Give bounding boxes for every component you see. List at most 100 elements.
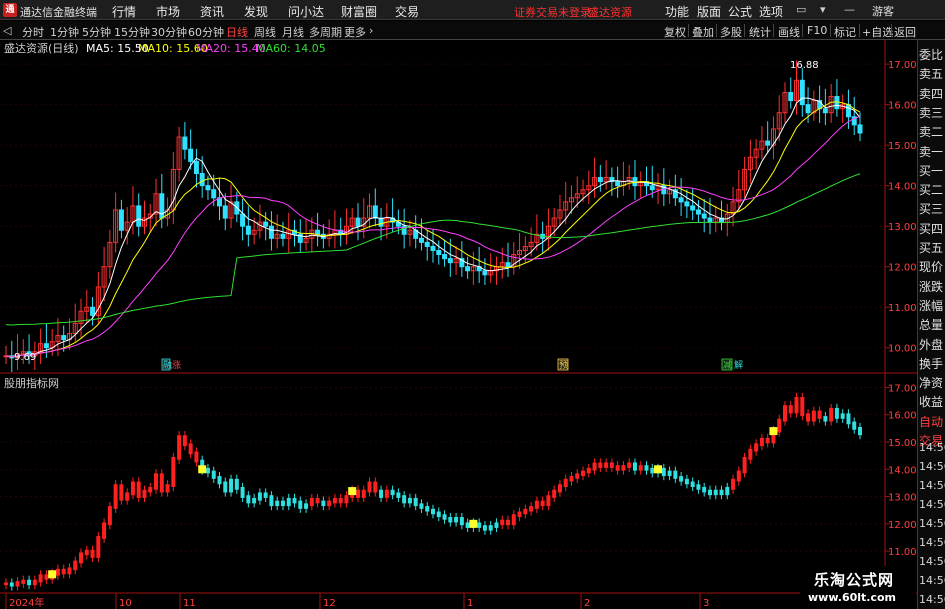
side-panel-item-4[interactable]: 卖二 (919, 123, 945, 142)
indicator-bar (852, 421, 857, 430)
tab-15min[interactable]: 15分钟 (114, 24, 150, 40)
trade-time-4: 14:56 (919, 517, 945, 530)
menu-options[interactable]: 选项 (759, 3, 783, 20)
indicator-bar (696, 484, 701, 490)
side-panel-item-13[interactable]: 涨幅 (919, 297, 945, 316)
event-marker-2[interactable]: 预 (559, 360, 568, 371)
signal-marker (654, 465, 663, 474)
login-warning[interactable]: 证券交易未登录 (514, 4, 591, 20)
indicator-bar (459, 517, 464, 526)
tab-30min[interactable]: 30分钟 (151, 24, 187, 40)
event-marker-3b[interactable]: 解 (734, 359, 743, 371)
tab-more[interactable]: 更多 (344, 24, 366, 40)
tab-multi-period[interactable]: 多周期 (309, 24, 342, 40)
indicator-bar (55, 568, 60, 576)
indicator-bar (44, 574, 49, 580)
chevron-down-icon[interactable]: ▾ (820, 3, 826, 16)
indicator-bar (488, 525, 493, 531)
indicator-bar (742, 457, 747, 474)
side-panel-item-12[interactable]: 涨跌 (919, 278, 945, 297)
guest-label[interactable]: 游客 (872, 3, 894, 19)
candle-body (822, 108, 828, 114)
nav-back-icon[interactable]: ◁ (3, 24, 11, 37)
side-panel-item-1[interactable]: 卖五 (919, 65, 945, 84)
tab-intraday[interactable]: 分时 (22, 24, 44, 40)
event-marker-3[interactable]: 减 (723, 359, 732, 371)
indicator-bar (834, 407, 839, 419)
side-panel-item-7[interactable]: 买二 (919, 181, 945, 200)
candle-body (372, 205, 378, 219)
indicator-bar (321, 500, 326, 507)
tab-monthly[interactable]: 月线 (282, 24, 304, 40)
indicator-bar (500, 519, 505, 526)
indicator-bar (107, 506, 112, 526)
side-panel-item-8[interactable]: 买三 (919, 200, 945, 219)
indicator-bar (644, 465, 649, 471)
side-panel-item-0[interactable]: 委比 (919, 46, 945, 65)
watermark: 乐淘公式网 www.60lt.com (800, 566, 916, 609)
candle-body (222, 205, 228, 219)
indicator-bar (27, 579, 32, 586)
side-panel-item-19[interactable]: 自动 (919, 413, 945, 432)
indicator-bar (275, 500, 280, 507)
indicator-bar (581, 470, 586, 477)
event-marker-1[interactable]: 融 (163, 360, 172, 371)
side-panel-item-10[interactable]: 买五 (919, 239, 945, 258)
event-marker-1b[interactable]: 涨 (172, 360, 181, 371)
side-panel-item-15[interactable]: 外盘 (919, 336, 945, 355)
indicator-bar (67, 567, 72, 575)
candle-body (182, 136, 188, 150)
indicator-bar (465, 522, 470, 528)
tool-back[interactable]: 返回 (894, 24, 916, 40)
price-tick-main: 14.00 (888, 182, 917, 193)
tool-statistics[interactable]: 统计 (749, 24, 771, 40)
indicator-bar (177, 435, 182, 460)
side-panel-item-11[interactable]: 现价 (919, 258, 945, 277)
side-panel-item-14[interactable]: 总量 (919, 316, 945, 335)
indicator-bar (309, 497, 314, 507)
side-panel-item-17[interactable]: 净资 (919, 374, 945, 393)
tab-60min[interactable]: 60分钟 (188, 24, 224, 40)
tool-restore-rights[interactable]: 复权 (664, 24, 686, 40)
menu-discover[interactable]: 发现 (244, 3, 268, 20)
side-panel-item-3[interactable]: 卖三 (919, 104, 945, 123)
tool-draw-line[interactable]: 画线 (778, 24, 800, 40)
trade-time-7: 14:56 (919, 574, 945, 587)
menu-news[interactable]: 资讯 (200, 3, 224, 20)
menu-trade[interactable]: 交易 (395, 3, 419, 20)
candle-body (482, 270, 488, 276)
menu-layout[interactable]: 版面 (697, 3, 721, 20)
side-panel-item-2[interactable]: 卖四 (919, 85, 945, 104)
tool-overlay[interactable]: 叠加 (692, 24, 714, 40)
tool-multi-stock[interactable]: 多股 (720, 24, 742, 40)
tool-f10[interactable]: F10 (807, 24, 827, 37)
tab-daily[interactable]: 日线 (226, 24, 248, 40)
chart-area[interactable]: 17.00 16.00 15.00 14.00 13.00 12.00 11.00 10.00… (0, 40, 917, 609)
tab-1min[interactable]: 1分钟 (50, 24, 79, 40)
side-panel-item-5[interactable]: 卖一 (919, 143, 945, 162)
candle-body (765, 140, 771, 146)
indicator-bar (788, 405, 793, 414)
side-panel-item-9[interactable]: 买四 (919, 220, 945, 239)
candle-body (799, 79, 805, 106)
menu-quotes[interactable]: 行情 (112, 3, 136, 20)
menu-ask[interactable]: 问小达 (288, 3, 324, 20)
tool-add-favorite[interactable]: +自选 (862, 24, 893, 40)
chevron-right-icon[interactable]: › (369, 24, 373, 37)
app-window: 通 通达信金融终端 行情 市场 资讯 发现 问小达 财富圈 交易 证券交易未登录… (0, 0, 945, 609)
indicator-bar (304, 503, 309, 509)
menu-formula[interactable]: 公式 (728, 3, 752, 20)
indicator-bar (292, 497, 297, 504)
tab-weekly[interactable]: 周线 (254, 24, 276, 40)
window-icon-1[interactable]: ▭ (796, 3, 806, 16)
side-panel-item-6[interactable]: 买一 (919, 162, 945, 181)
menu-wealth[interactable]: 财富圈 (341, 3, 377, 20)
minimize-icon[interactable]: — (844, 3, 855, 16)
side-panel-item-18[interactable]: 收益 (919, 393, 945, 412)
candle-body (240, 213, 246, 227)
menu-market[interactable]: 市场 (156, 3, 180, 20)
menu-function[interactable]: 功能 (665, 3, 689, 20)
side-panel-item-16[interactable]: 换手 (919, 355, 945, 374)
tool-mark[interactable]: 标记 (834, 24, 856, 40)
tab-5min[interactable]: 5分钟 (82, 24, 111, 40)
